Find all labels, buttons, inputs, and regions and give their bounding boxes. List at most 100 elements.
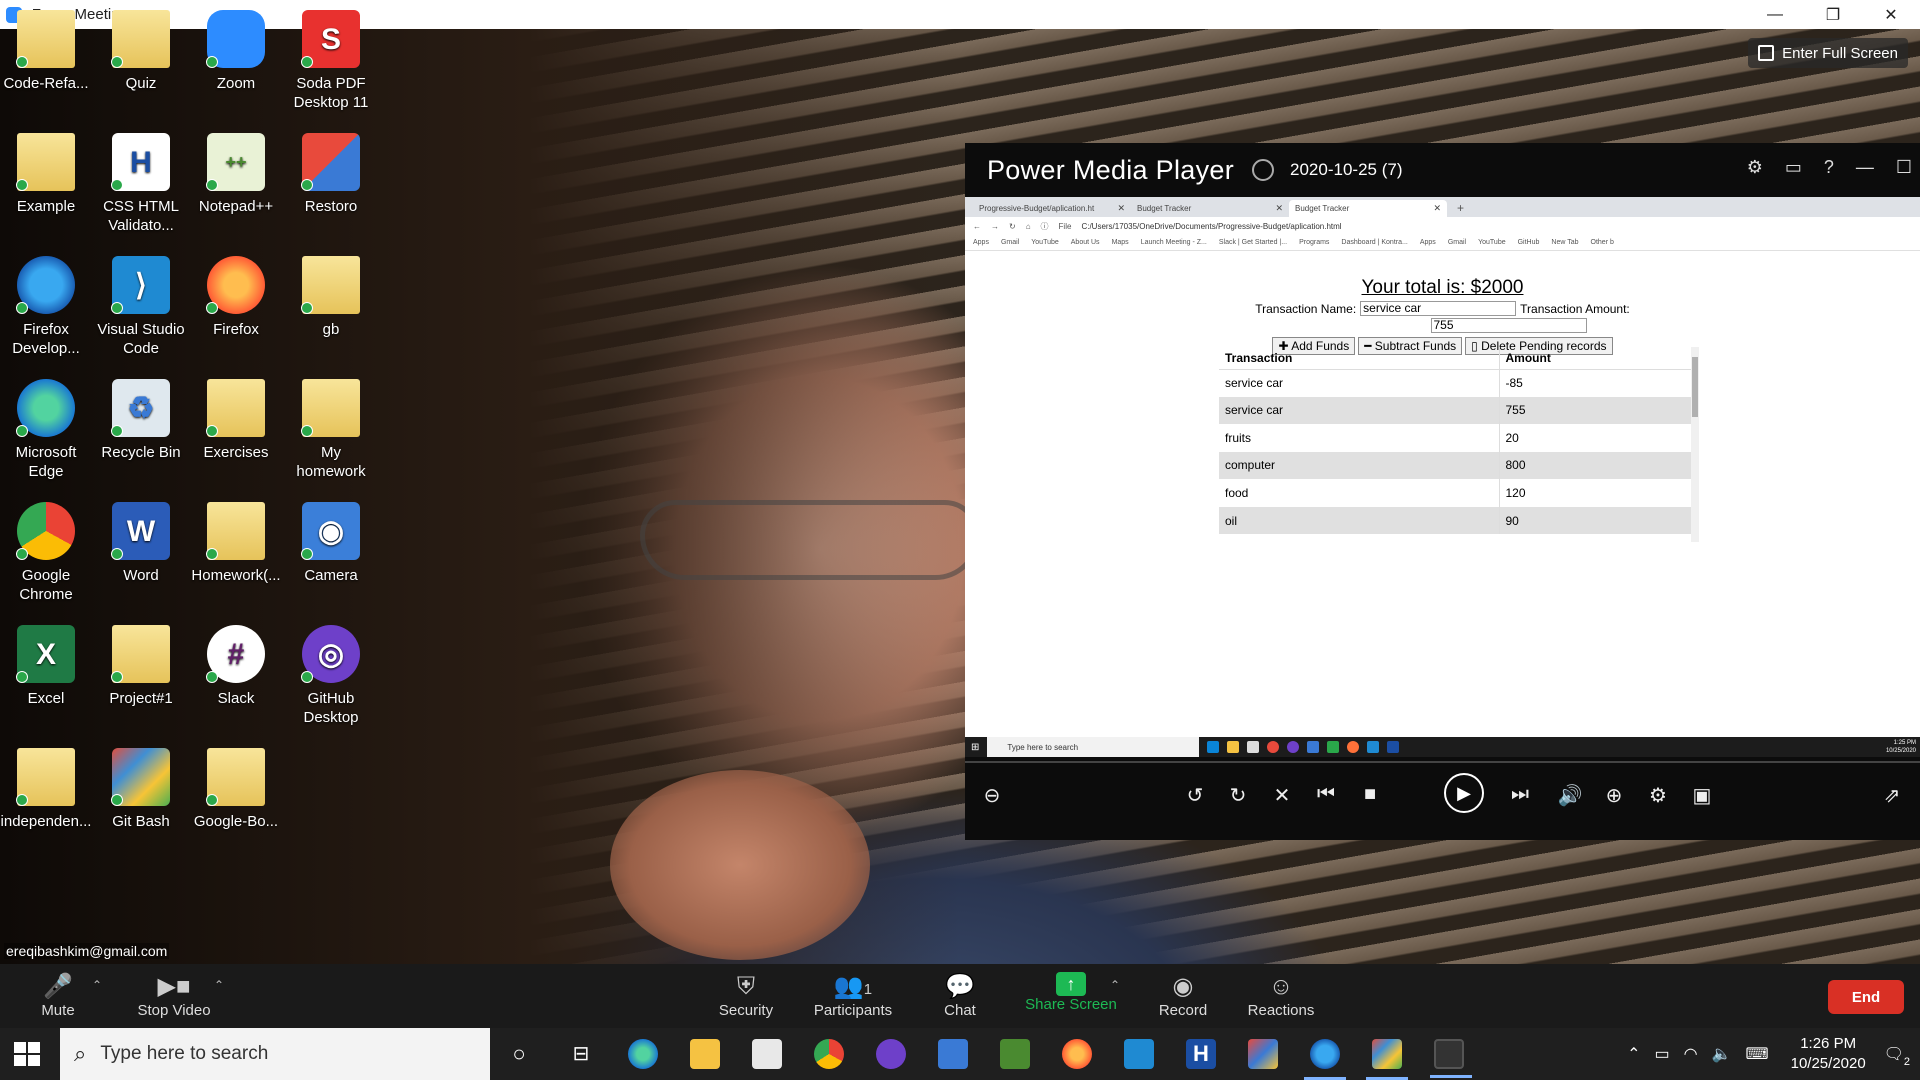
stop-icon[interactable]: ■ [1355,783,1385,806]
bookmark-item[interactable]: Gmail [1001,239,1019,246]
firefox-taskbar-icon[interactable] [1062,1039,1092,1069]
bookmark-item[interactable]: Apps [973,239,989,246]
back-arrow-icon[interactable]: ⊖ [977,783,1007,808]
minimize-button[interactable]: — [1746,0,1804,29]
minimize-icon[interactable]: — [1856,157,1874,178]
end-meeting-button[interactable]: End [1828,980,1904,1014]
desktop-icon[interactable]: Example [0,133,92,216]
close-tab-icon[interactable]: ✕ [1433,203,1441,214]
volume-tray-icon[interactable]: 🔈 [1712,1044,1732,1064]
maximize-icon[interactable]: ☐ [1896,157,1912,178]
transaction-name-input[interactable]: service car [1360,301,1517,316]
desktop-icon[interactable]: Git Bash [95,748,187,831]
desktop-icon[interactable]: # Slack [190,625,282,708]
chrome-taskbar-icon[interactable] [814,1039,844,1069]
bookmark-item[interactable]: Dashboard | Kontra... [1341,239,1407,246]
desktop-icon[interactable]: ⟩ Visual Studio Code [95,256,187,358]
bookmark-item[interactable]: Apps [1420,239,1436,246]
desktop-icon[interactable]: gb [285,256,377,339]
table-scrollbar[interactable] [1691,347,1699,542]
rewind-icon[interactable]: ↺ [1180,783,1210,808]
desktop-icon[interactable]: Zoom [190,10,282,93]
browser-tab[interactable]: Budget Tracker ✕ [1131,200,1289,217]
address-bar[interactable]: C:/Users/17035/OneDrive/Documents/Progre… [1081,222,1341,231]
close-button[interactable]: ✕ [1862,0,1920,29]
popout-icon[interactable]: ⇗ [1877,783,1907,808]
notepad-plus-plus-taskbar-icon[interactable] [1000,1039,1030,1069]
desktop-icon[interactable]: Firefox [190,256,282,339]
restore-button[interactable]: ❐ [1804,0,1862,29]
record-button[interactable]: ◉ Record [1156,972,1210,1019]
desktop-icon[interactable]: X Excel [0,625,92,708]
stop-video-button[interactable]: ▶■ Stop Video [132,972,216,1019]
desktop-icon[interactable]: Google Chrome [0,502,92,604]
edge-taskbar-icon[interactable] [628,1039,658,1069]
forward-icon[interactable]: ↻ [1223,783,1253,808]
close-tab-icon[interactable]: ✕ [1117,203,1125,214]
file-explorer-icon[interactable] [690,1039,720,1069]
bookmark-item[interactable]: Gmail [1448,239,1466,246]
bookmark-item[interactable]: YouTube [1031,239,1059,246]
vscode-taskbar-icon[interactable] [1124,1039,1154,1069]
desktop-icon[interactable]: Homework(... [190,502,282,585]
desktop-icon[interactable]: Microsoft Edge [0,379,92,481]
bookmark-item[interactable]: About Us [1071,239,1100,246]
browser-tab-active[interactable]: Budget Tracker ✕ [1289,200,1447,217]
seek-bar[interactable] [965,761,1920,763]
desktop-icon[interactable]: ◎ GitHub Desktop [285,625,377,727]
terminal-taskbar-icon[interactable] [1430,1039,1472,1078]
desktop-icon[interactable]: H CSS HTML Validato... [95,133,187,235]
store-icon[interactable] [752,1039,782,1069]
next-icon[interactable]: ⏭ [1505,783,1535,806]
show-hidden-icons-chevron[interactable]: ⌃ [1627,1044,1640,1064]
bookmark-item[interactable]: Launch Meeting - Z... [1141,239,1207,246]
desktop-icon[interactable]: ++ Notepad++ [190,133,282,216]
taskbar-search-box[interactable]: ⌕ Type here to search [60,1028,490,1080]
paint-icon[interactable] [1248,1039,1278,1069]
desktop-icon[interactable]: Code-Refa... [0,10,92,93]
bookmark-item[interactable]: Programs [1299,239,1329,246]
task-view-icon[interactable]: ⊟ [566,1041,596,1071]
lock-icon[interactable] [1252,159,1275,181]
forward-icon[interactable]: → [991,222,999,231]
back-icon[interactable]: ← [973,222,981,231]
screen-settings-icon[interactable]: ▣ [1687,783,1717,808]
equalizer-icon[interactable]: ⚙ [1643,783,1673,808]
github-taskbar-icon[interactable] [876,1039,906,1069]
desktop-icon[interactable]: Exercises [190,379,282,462]
bookmark-item[interactable]: GitHub [1518,239,1540,246]
help-icon[interactable]: ? [1824,157,1834,178]
git-bash-taskbar-icon[interactable] [1366,1039,1408,1080]
desktop-icon[interactable]: independen... [0,748,92,831]
battery-icon[interactable]: ▭ [1655,1044,1670,1064]
desktop-icon[interactable]: Quiz [95,10,187,93]
play-button[interactable]: ▶ [1444,773,1484,813]
mini-player-icon[interactable]: ▭ [1785,157,1802,178]
new-tab-icon[interactable]: + [1457,201,1464,215]
zoom-in-icon[interactable]: ⊕ [1599,783,1629,808]
desktop-icon[interactable]: S Soda PDF Desktop 11 [285,10,377,112]
wifi-icon[interactable]: ◠ [1684,1044,1698,1064]
start-button[interactable] [14,1042,40,1066]
bookmark-item[interactable]: Other b [1591,239,1614,246]
browser-tab[interactable]: Progressive-Budget/aplication.ht ✕ [973,200,1131,217]
share-options-chevron[interactable]: ⌃ [1110,978,1120,992]
desktop-icon[interactable]: W Word [95,502,187,585]
share-screen-button[interactable]: ↑ Share Screen [1024,972,1118,1013]
desktop-icon[interactable]: ◉ Camera [285,502,377,585]
desktop-icon[interactable]: My homework [285,379,377,481]
bookmark-item[interactable]: Slack | Get Started |... [1219,239,1287,246]
bookmark-item[interactable]: YouTube [1478,239,1506,246]
desktop-icon[interactable]: Firefox Develop... [0,256,92,358]
reload-icon[interactable]: ↻ [1009,222,1016,231]
audio-options-chevron[interactable]: ⌃ [92,978,102,992]
video-options-chevron[interactable]: ⌃ [214,978,224,992]
keyboard-icon[interactable]: ⌨ [1746,1044,1769,1064]
participants-button[interactable]: 👥1 Participants [810,972,896,1019]
settings-icon[interactable]: ⚙ [1747,157,1763,178]
notifications-icon[interactable]: 🗨 2 [1884,1044,1910,1068]
previous-icon[interactable]: ⏮ [1311,783,1341,806]
home-icon[interactable]: ⌂ [1026,222,1031,231]
html-validator-taskbar-icon[interactable]: H [1186,1039,1216,1069]
shuffle-icon[interactable]: ✕ [1267,783,1297,808]
